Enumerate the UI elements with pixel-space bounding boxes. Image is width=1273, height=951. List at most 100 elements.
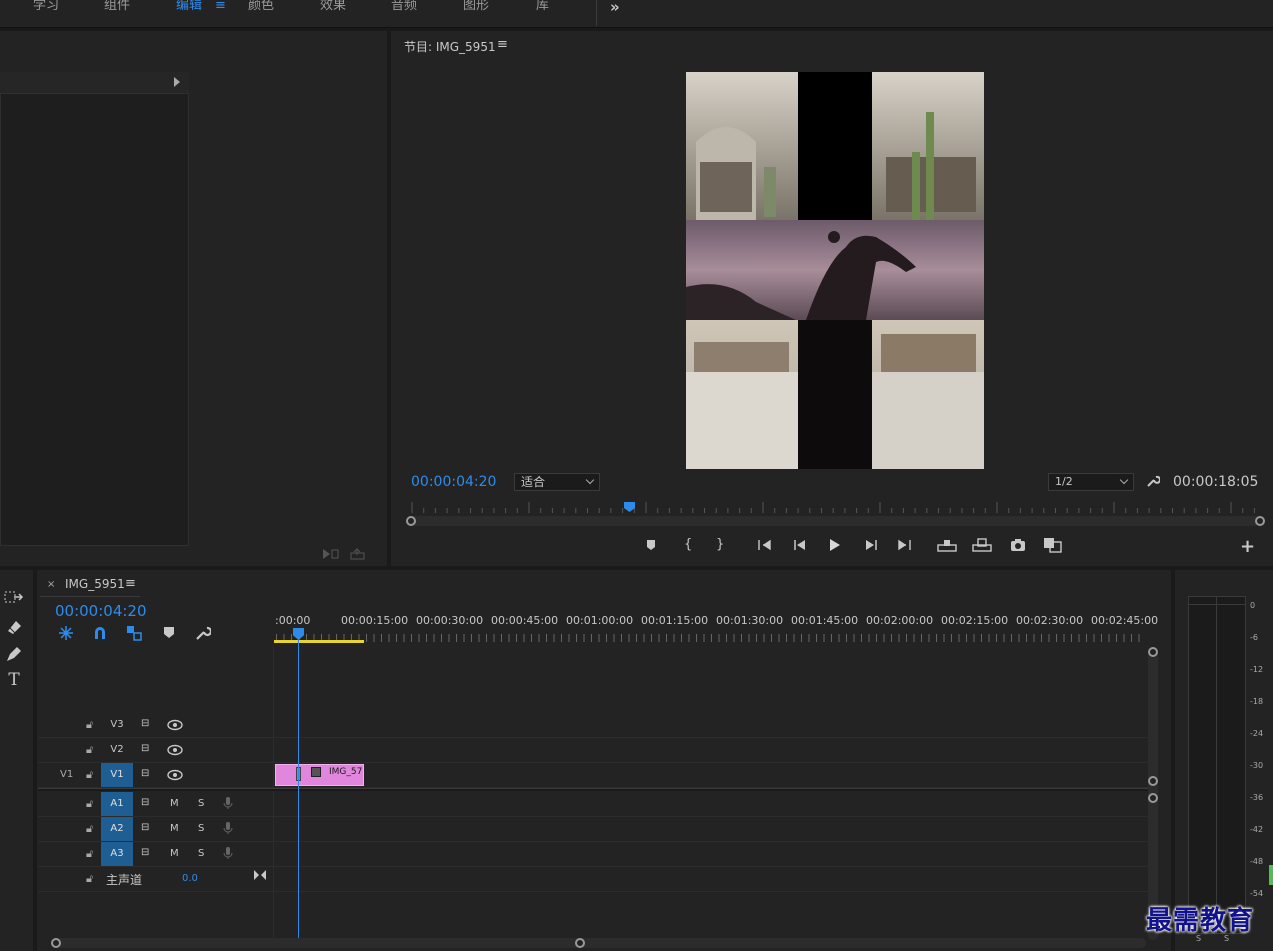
lock-icon[interactable]: 🔓︎ — [86, 743, 93, 757]
video-frame-image — [686, 72, 984, 469]
db-label: -6 — [1250, 633, 1258, 642]
wrench-icon[interactable] — [1146, 474, 1160, 488]
watermark: 最需教育 — [1146, 906, 1255, 936]
timeline-timecode[interactable]: 00:00:04:20 — [55, 602, 147, 620]
workspace-divider — [596, 0, 597, 26]
add-marker-icon[interactable] — [163, 625, 175, 639]
program-timecode[interactable]: 00:00:04:20 — [411, 474, 496, 490]
lock-icon[interactable]: 🔓︎ — [86, 768, 93, 782]
track-name-v2[interactable]: V2 — [101, 738, 133, 762]
solo-button[interactable]: S — [198, 798, 204, 809]
button-editor-add-button[interactable]: + — [1240, 536, 1255, 557]
solo-button[interactable]: S — [198, 848, 204, 859]
overwrite-icon[interactable] — [350, 548, 366, 560]
expand-arrow-icon[interactable] — [174, 77, 180, 87]
workspace-tab-assembly[interactable]: 组件 — [104, 0, 130, 16]
track-select-icon[interactable] — [4, 590, 24, 610]
solo-button[interactable]: S — [198, 823, 204, 834]
workspace-tab-graphics[interactable]: 图形 — [463, 0, 489, 16]
playback-resolution-select[interactable]: 1/2 — [1048, 473, 1134, 491]
sync-lock-icon[interactable]: ⊟ — [141, 718, 149, 729]
microphone-icon[interactable] — [223, 821, 233, 835]
comparison-view-icon[interactable] — [1043, 537, 1063, 555]
workspace-tab-libraries[interactable]: 库 — [536, 0, 549, 16]
program-monitor-title[interactable]: 节目: IMG_5951 — [404, 38, 496, 55]
source-patch-v1[interactable]: V1 — [60, 769, 73, 780]
track-name-a1[interactable]: A1 — [101, 792, 133, 816]
zoom-fit-select[interactable]: 适合 — [514, 473, 600, 491]
go-to-in-icon[interactable] — [757, 537, 773, 555]
type-tool-icon[interactable]: T — [4, 670, 24, 690]
scroll-end-handle[interactable] — [575, 938, 585, 948]
scroll-handle[interactable] — [1148, 793, 1158, 803]
sync-lock-icon[interactable]: ⊟ — [141, 768, 149, 779]
db-label: -54 — [1250, 889, 1264, 898]
marker-icon[interactable] — [645, 537, 657, 555]
razor-icon[interactable] — [4, 617, 24, 637]
program-menu-icon[interactable]: ≡ — [497, 37, 508, 52]
nest-sequence-icon[interactable] — [58, 625, 74, 641]
track-name-v1[interactable]: V1 — [101, 763, 133, 787]
go-to-next-edit-icon[interactable] — [253, 869, 267, 881]
workspace-tab-audio[interactable]: 音频 — [391, 0, 417, 16]
workspace-tab-editing[interactable]: 编辑 — [176, 0, 202, 16]
track-name-v3[interactable]: V3 — [101, 713, 133, 737]
mark-in-icon[interactable]: { — [684, 537, 692, 555]
go-to-out-icon[interactable] — [896, 537, 912, 555]
work-area-bar[interactable] — [274, 640, 364, 643]
sync-lock-icon[interactable]: ⊟ — [141, 743, 149, 754]
sync-lock-icon[interactable]: ⊟ — [141, 847, 149, 858]
scroll-start-handle[interactable] — [406, 516, 416, 526]
microphone-icon[interactable] — [223, 846, 233, 860]
sequence-menu-icon[interactable]: ≡ — [125, 576, 136, 591]
mute-button[interactable]: M — [170, 823, 179, 834]
eye-icon[interactable] — [167, 744, 183, 756]
track-row-a2 — [38, 817, 1148, 842]
scroll-handle[interactable] — [1148, 647, 1158, 657]
timeline-horizontal-scrollbar[interactable] — [56, 938, 1146, 948]
lift-icon[interactable] — [937, 537, 957, 555]
microphone-icon[interactable] — [223, 796, 233, 810]
program-time-ruler[interactable] — [406, 500, 1266, 514]
chevron-down-icon — [1119, 475, 1129, 485]
close-sequence-icon[interactable]: × — [47, 579, 55, 590]
insert-icon[interactable] — [322, 548, 340, 560]
playhead-line — [298, 638, 299, 938]
scroll-start-handle[interactable] — [51, 938, 61, 948]
track-row-master — [38, 867, 1148, 892]
snap-magnet-icon[interactable] — [92, 625, 108, 641]
sequence-tab-title[interactable]: IMG_5951 — [65, 577, 125, 591]
sync-lock-icon[interactable]: ⊟ — [141, 797, 149, 808]
extract-icon[interactable] — [972, 537, 992, 555]
track-name-a3[interactable]: A3 — [101, 842, 133, 866]
mute-button[interactable]: M — [170, 848, 179, 859]
timeline-settings-wrench-icon[interactable] — [195, 625, 211, 641]
lock-icon[interactable]: 🔓︎ — [86, 797, 93, 811]
pen-icon[interactable] — [4, 644, 24, 664]
master-volume-value[interactable]: 0.0 — [182, 873, 198, 884]
eye-icon[interactable] — [167, 769, 183, 781]
lock-icon[interactable]: 🔓︎ — [86, 822, 93, 836]
video-audio-divider[interactable] — [38, 788, 1148, 791]
workspace-tab-color[interactable]: 颜色 — [248, 0, 274, 16]
linked-selection-icon[interactable] — [126, 625, 142, 641]
program-scrollbar[interactable] — [410, 516, 1260, 526]
export-frame-icon[interactable] — [1010, 537, 1026, 555]
scroll-end-handle[interactable] — [1255, 516, 1265, 526]
track-name-a2[interactable]: A2 — [101, 817, 133, 841]
workspace-tab-learn[interactable]: 学习 — [33, 0, 59, 16]
lock-icon[interactable]: 🔓︎ — [86, 847, 93, 861]
step-back-icon[interactable] — [792, 537, 808, 555]
play-icon[interactable] — [827, 537, 843, 555]
step-forward-icon[interactable] — [863, 537, 879, 555]
lock-icon[interactable]: 🔓︎ — [86, 872, 93, 886]
lock-icon[interactable]: 🔓︎ — [86, 718, 93, 732]
workspace-tab-effects[interactable]: 效果 — [320, 0, 346, 16]
mute-button[interactable]: M — [170, 798, 179, 809]
mark-out-icon[interactable]: } — [716, 537, 724, 555]
sync-lock-icon[interactable]: ⊟ — [141, 822, 149, 833]
scroll-handle[interactable] — [1148, 776, 1158, 786]
more-workspaces-icon[interactable]: » — [610, 0, 620, 16]
eye-icon[interactable] — [167, 719, 183, 731]
workspace-menu-icon[interactable]: ≡ — [215, 0, 226, 16]
